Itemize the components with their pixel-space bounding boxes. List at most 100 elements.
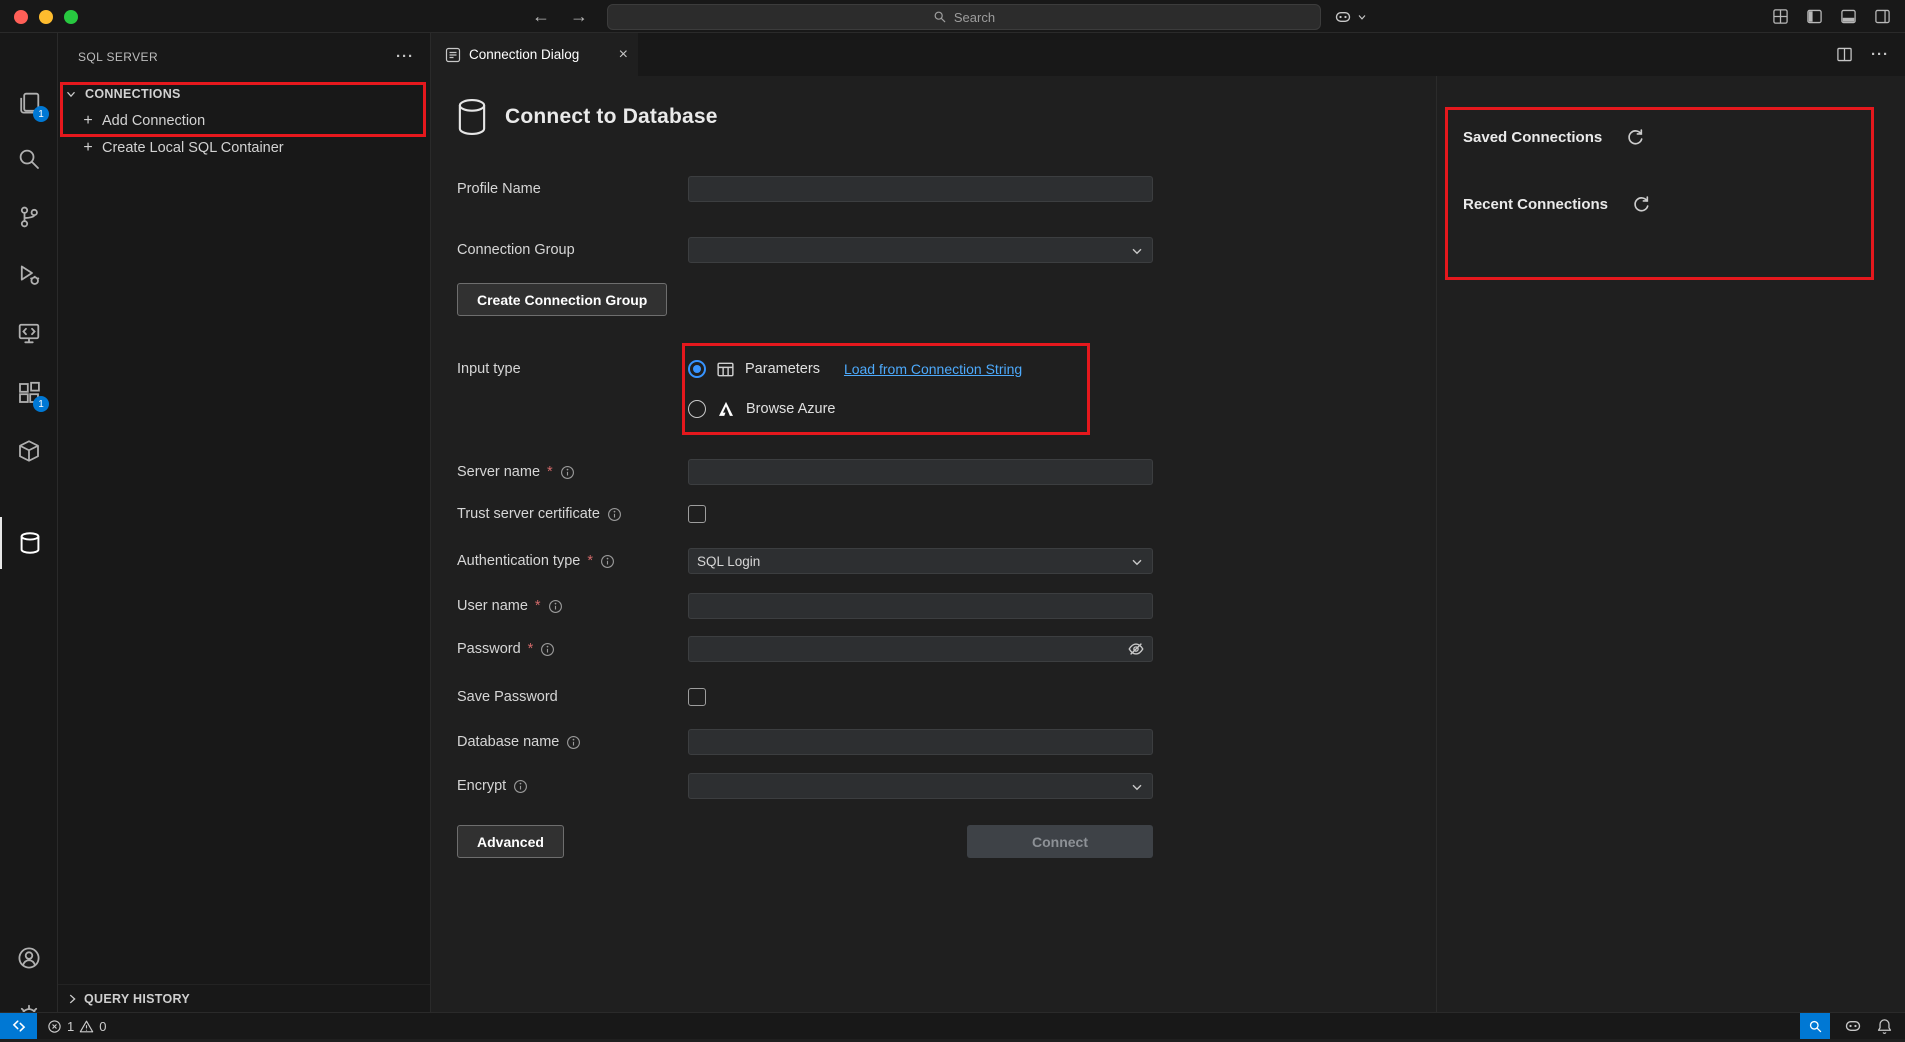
activity-sql-server[interactable] xyxy=(0,517,58,569)
connections-side-panel: Saved Connections Recent Connections xyxy=(1436,76,1905,1012)
customize-layout-icon[interactable] xyxy=(1772,8,1789,25)
accounts-icon xyxy=(17,946,41,970)
activity-extensions[interactable]: 1 xyxy=(0,367,58,419)
warning-count: 0 xyxy=(99,1019,106,1034)
save-password-label: Save Password xyxy=(457,689,558,705)
plus-icon: + xyxy=(81,139,95,157)
problems-indicator[interactable]: 1 0 xyxy=(47,1019,106,1034)
extensions-badge: 1 xyxy=(33,396,49,412)
browse-azure-radio[interactable] xyxy=(688,400,706,418)
package-icon xyxy=(17,439,41,463)
database-icon xyxy=(457,98,487,136)
info-icon xyxy=(548,599,563,614)
remote-explorer-icon xyxy=(17,321,41,345)
required-marker: * xyxy=(547,464,553,480)
trust-server-certificate-checkbox[interactable] xyxy=(688,505,706,523)
forward-button[interactable]: → xyxy=(570,6,588,27)
copilot-status-icon[interactable] xyxy=(1844,1017,1862,1035)
sidebar-title: SQL SERVER xyxy=(78,50,396,64)
activity-explorer[interactable]: 1 xyxy=(0,77,58,129)
notifications-bell-icon[interactable] xyxy=(1876,1018,1893,1035)
load-from-connection-string-link[interactable]: Load from Connection String xyxy=(844,361,1022,377)
activity-run-debug[interactable] xyxy=(0,249,58,301)
editor-tab-bar: Connection Dialog × ··· xyxy=(431,33,1905,76)
maximize-window-button[interactable] xyxy=(64,10,78,24)
info-icon xyxy=(513,779,528,794)
info-icon xyxy=(566,735,581,750)
command-center-search[interactable]: Search xyxy=(607,4,1321,30)
run-debug-icon xyxy=(17,263,41,287)
split-editor-icon[interactable] xyxy=(1836,46,1853,63)
activity-source-control[interactable] xyxy=(0,191,58,243)
authentication-type-select[interactable]: SQL Login xyxy=(688,548,1153,574)
chevron-down-icon xyxy=(1129,779,1145,795)
chevron-right-icon xyxy=(65,992,79,1006)
database-name-input[interactable] xyxy=(688,729,1153,755)
parameters-table-icon xyxy=(716,360,735,379)
save-password-checkbox[interactable] xyxy=(688,688,706,706)
add-connection-item[interactable]: + Add Connection xyxy=(58,107,430,134)
refresh-recent-connections-icon[interactable] xyxy=(1632,195,1651,214)
advanced-button[interactable]: Advanced xyxy=(457,825,564,858)
profile-name-input[interactable] xyxy=(688,176,1153,202)
parameters-radio[interactable] xyxy=(688,360,706,378)
create-connection-group-button[interactable]: Create Connection Group xyxy=(457,283,667,316)
saved-connections-label: Saved Connections xyxy=(1463,129,1602,146)
status-bar: 1 0 xyxy=(0,1012,1905,1039)
window-controls xyxy=(14,10,78,24)
input-type-label: Input type xyxy=(457,361,521,377)
magnifier-icon xyxy=(1808,1019,1823,1034)
refresh-saved-connections-icon[interactable] xyxy=(1626,128,1645,147)
search-icon xyxy=(17,147,41,171)
editor-more-actions-button[interactable]: ··· xyxy=(1871,46,1889,63)
toggle-secondary-sidebar-icon[interactable] xyxy=(1874,8,1891,25)
connection-dialog-icon xyxy=(445,47,461,63)
activity-remote-explorer[interactable] xyxy=(0,307,58,359)
source-control-icon xyxy=(17,205,41,229)
database-name-label: Database name xyxy=(457,734,559,750)
create-local-sql-container-item[interactable]: + Create Local SQL Container xyxy=(58,134,430,161)
sidebar-sql-server: SQL SERVER ··· CONNECTIONS + Add Connect… xyxy=(58,33,431,1012)
activity-accounts[interactable] xyxy=(0,932,58,984)
copilot-menu[interactable] xyxy=(1334,4,1368,30)
user-name-input[interactable] xyxy=(688,593,1153,619)
info-icon xyxy=(560,465,575,480)
required-marker: * xyxy=(535,598,541,614)
toggle-panel-icon[interactable] xyxy=(1840,8,1857,25)
remote-indicator[interactable] xyxy=(0,1013,37,1039)
toggle-primary-sidebar-icon[interactable] xyxy=(1806,8,1823,25)
activity-package[interactable] xyxy=(0,425,58,477)
search-placeholder: Search xyxy=(954,10,995,25)
connection-group-select[interactable] xyxy=(688,237,1153,263)
authentication-type-label: Authentication type xyxy=(457,553,580,569)
back-button[interactable]: ← xyxy=(532,6,550,27)
sql-server-icon xyxy=(18,531,42,555)
encrypt-select[interactable] xyxy=(688,773,1153,799)
parameters-radio-label[interactable]: Parameters xyxy=(745,361,820,377)
sidebar-more-actions-button[interactable]: ··· xyxy=(396,48,414,65)
connect-button[interactable]: Connect xyxy=(967,825,1153,858)
remote-icon xyxy=(11,1018,27,1034)
close-window-button[interactable] xyxy=(14,10,28,24)
password-label: Password xyxy=(457,641,521,657)
eye-off-icon[interactable] xyxy=(1127,640,1145,658)
explorer-badge: 1 xyxy=(33,106,49,122)
zoom-indicator[interactable] xyxy=(1800,1013,1830,1039)
info-icon xyxy=(607,507,622,522)
password-input[interactable] xyxy=(688,636,1153,662)
tab-connection-dialog[interactable]: Connection Dialog × xyxy=(431,33,639,76)
query-history-section-header[interactable]: QUERY HISTORY xyxy=(58,984,430,1012)
required-marker: * xyxy=(528,641,534,657)
server-name-input[interactable] xyxy=(688,459,1153,485)
azure-icon xyxy=(716,399,736,419)
error-icon xyxy=(47,1019,62,1034)
connection-group-label: Connection Group xyxy=(457,242,575,258)
connections-section-header[interactable]: CONNECTIONS xyxy=(58,80,430,107)
profile-name-label: Profile Name xyxy=(457,181,541,197)
plus-icon: + xyxy=(81,112,95,130)
browse-azure-radio-label[interactable]: Browse Azure xyxy=(746,401,835,417)
activity-search[interactable] xyxy=(0,133,58,185)
minimize-window-button[interactable] xyxy=(39,10,53,24)
close-tab-icon[interactable]: × xyxy=(619,47,628,63)
recent-connections-label: Recent Connections xyxy=(1463,196,1608,213)
